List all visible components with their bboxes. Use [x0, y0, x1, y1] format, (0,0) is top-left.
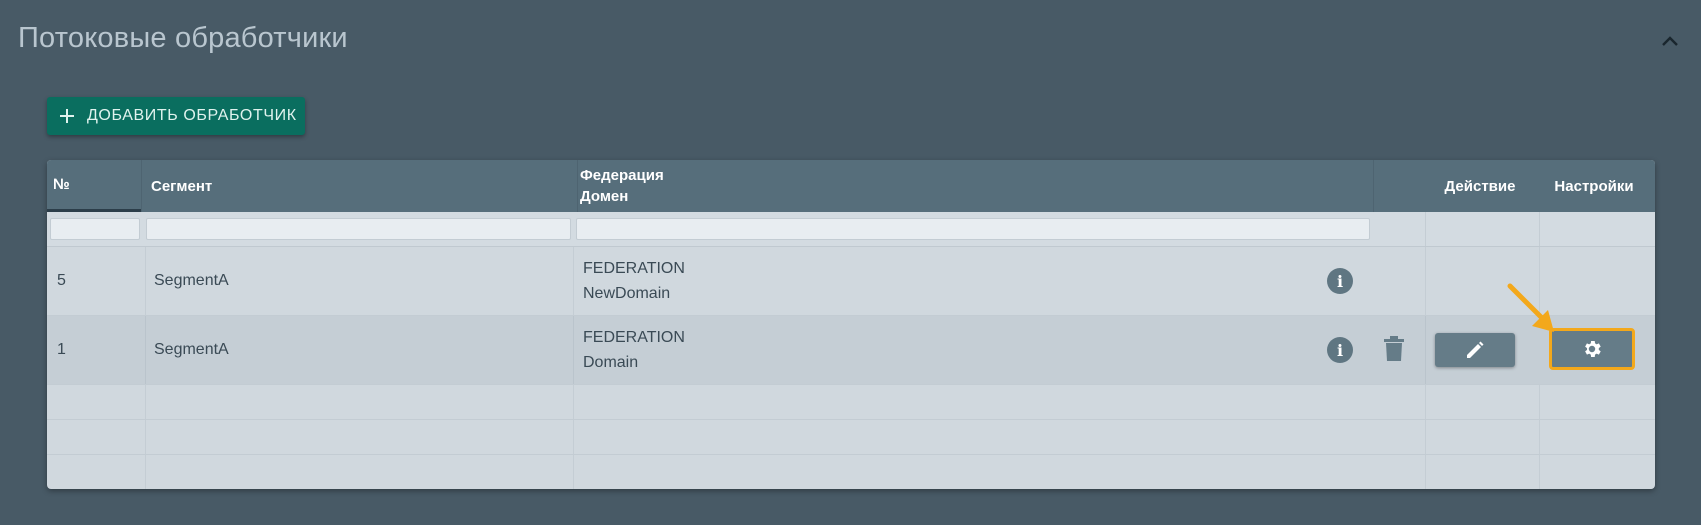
column-number-label: №	[53, 176, 70, 193]
add-handler-label: ДОБАВИТЬ ОБРАБОТЧИК	[87, 107, 297, 124]
filter-number-input[interactable]	[50, 218, 140, 240]
trash-icon[interactable]	[1383, 336, 1405, 367]
info-icon[interactable]: i	[1327, 268, 1353, 294]
chevron-up-icon	[1662, 36, 1678, 46]
filter-federation-input[interactable]	[576, 218, 1370, 240]
column-segment-label: Сегмент	[151, 177, 213, 195]
pencil-icon	[1467, 341, 1484, 358]
table-header: № Сегмент Федерация Домен Действие Настр…	[47, 160, 1655, 212]
column-header-segment[interactable]: Сегмент	[149, 160, 571, 212]
row-segment: SegmentA	[154, 272, 229, 289]
column-header-federation-domain[interactable]: Федерация Домен	[580, 160, 1320, 212]
table-row	[47, 420, 1655, 455]
filter-row	[47, 212, 1655, 247]
info-icon[interactable]: i	[1327, 337, 1353, 363]
column-action-label: Действие	[1444, 177, 1516, 195]
row-domain: NewDomain	[583, 285, 671, 302]
row-domain: Domain	[583, 354, 639, 371]
add-handler-button[interactable]: ДОБАВИТЬ ОБРАБОТЧИК	[47, 97, 305, 135]
table-row[interactable]: 5 SegmentA FEDERATION NewDomain i	[47, 247, 1655, 316]
table-row	[47, 385, 1655, 420]
column-header-action: Действие	[1425, 160, 1535, 212]
row-number: 1	[57, 341, 66, 358]
row-number: 5	[57, 272, 66, 289]
row-federation: FEDERATION	[583, 329, 685, 346]
table-row	[47, 455, 1655, 489]
row-federation: FEDERATION	[583, 260, 685, 277]
collapse-button[interactable]	[1655, 26, 1685, 56]
column-federation-label: Федерация	[580, 167, 664, 184]
column-settings-label: Настройки	[1554, 177, 1634, 195]
column-domain-label: Домен	[580, 188, 629, 205]
row-segment: SegmentA	[154, 341, 229, 358]
handlers-table: № Сегмент Федерация Домен Действие Настр…	[47, 160, 1655, 489]
filter-segment-input[interactable]	[146, 218, 571, 240]
plus-icon	[47, 108, 87, 124]
arrow-annotation-icon	[1507, 283, 1554, 332]
column-header-settings: Настройки	[1539, 160, 1649, 212]
page-title: Потоковые обработчики	[18, 22, 348, 54]
column-header-number[interactable]: №	[47, 160, 141, 212]
table-row[interactable]: 1 SegmentA FEDERATION Domain i	[47, 316, 1655, 385]
gear-icon	[1585, 341, 1601, 357]
